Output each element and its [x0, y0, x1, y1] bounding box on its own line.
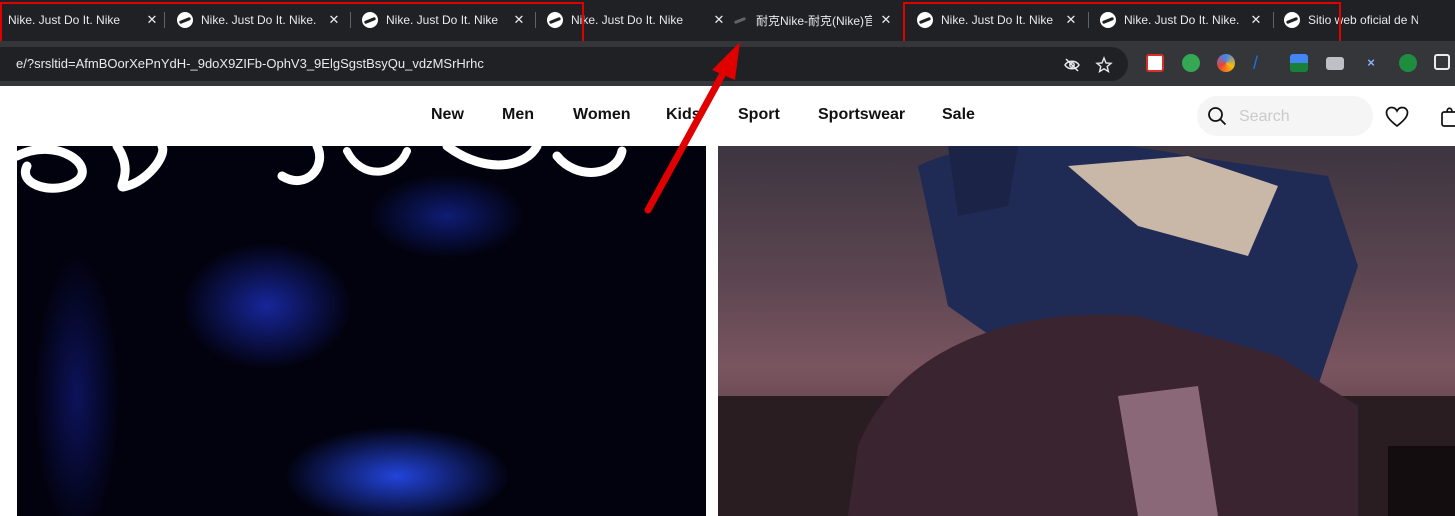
url-text[interactable]: e/?srsltid=AfmBOorXePnYdH-_9doX9ZIFb-Oph…: [16, 56, 484, 71]
colorful-extension-icon[interactable]: [1217, 54, 1235, 72]
address-bar[interactable]: e/?srsltid=AfmBOorXePnYdH-_9doX9ZIFb-Oph…: [0, 47, 1128, 81]
green-face-extension-icon[interactable]: [1399, 54, 1417, 72]
nav-men[interactable]: Men: [502, 106, 534, 124]
star-icon[interactable]: [1095, 56, 1113, 74]
x-extension-icon[interactable]: ×: [1362, 54, 1380, 72]
tab-close-icon[interactable]: ✕: [711, 12, 727, 28]
browser-tab-5[interactable]: 耐克Nike-耐克(Nike)官 ✕: [732, 4, 894, 36]
nav-kids[interactable]: Kids: [666, 106, 701, 124]
highlight-box-left-tabs: [0, 2, 584, 43]
tab-title: 耐克Nike-耐克(Nike)官: [756, 13, 872, 28]
script-lettering: [17, 146, 627, 193]
site-nav: New Men Women Kids Sport Sportswear Sale: [17, 86, 1455, 146]
nike-swoosh-icon: [732, 12, 748, 28]
calendar-extension-icon[interactable]: [1146, 54, 1164, 72]
search-box[interactable]: [1197, 96, 1373, 136]
bag-icon[interactable]: [1441, 106, 1455, 133]
landscape-extension-icon[interactable]: [1290, 54, 1308, 72]
blue-slash-extension-icon[interactable]: /: [1253, 54, 1271, 72]
camera-extension-icon[interactable]: [1326, 57, 1344, 70]
nav-sportswear[interactable]: Sportswear: [818, 106, 905, 124]
tile-gap: [706, 146, 718, 516]
puzzle-extensions-icon[interactable]: [1434, 54, 1450, 70]
green-circle-extension-icon[interactable]: [1182, 54, 1200, 72]
runner-photo: [718, 146, 1455, 516]
eye-off-icon[interactable]: [1063, 56, 1081, 74]
search-icon[interactable]: [1207, 106, 1227, 131]
tab-close-icon[interactable]: ✕: [878, 12, 894, 28]
hero-image-right[interactable]: [718, 146, 1455, 516]
nav-sale[interactable]: Sale: [942, 106, 975, 124]
highlight-box-right-tabs: [903, 2, 1341, 45]
nav-women[interactable]: Women: [573, 106, 630, 124]
nav-sport[interactable]: Sport: [738, 106, 780, 124]
browser-toolbar: e/?srsltid=AfmBOorXePnYdH-_9doX9ZIFb-Oph…: [0, 41, 1455, 86]
tab-title: Nike. Just Do It. Nike: [571, 13, 684, 27]
nav-new[interactable]: New: [431, 106, 464, 124]
heart-icon[interactable]: [1385, 106, 1409, 133]
hero-image-left[interactable]: [17, 146, 706, 516]
search-input[interactable]: [1237, 106, 1361, 128]
